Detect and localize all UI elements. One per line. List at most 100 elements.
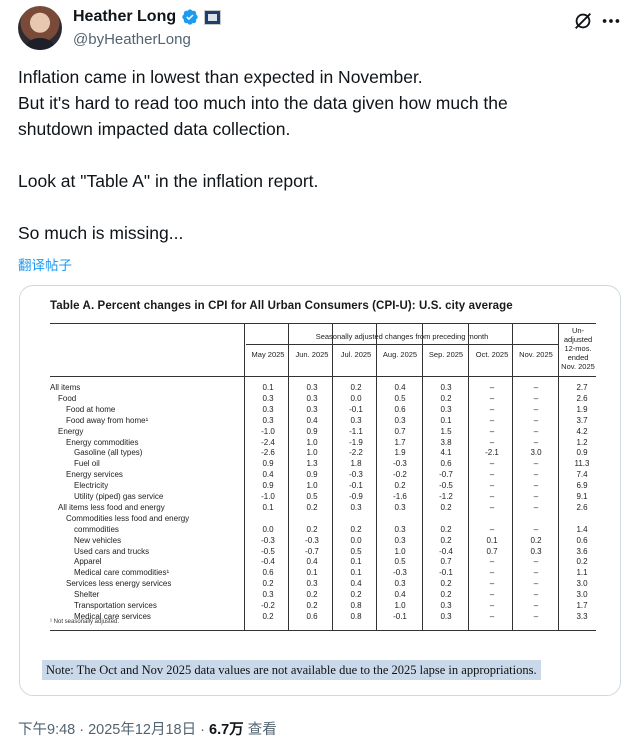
table-cell: –: [489, 492, 495, 501]
table-cell: -2.4: [261, 437, 275, 447]
table-cell: 1.3: [306, 459, 318, 469]
table-cell: -1.9: [349, 437, 363, 447]
table-cell: 0.3: [530, 546, 542, 556]
table-cell: –: [489, 502, 495, 512]
table-cell: 0.8: [350, 601, 362, 610]
table-cell: –: [533, 426, 539, 436]
table-cell: 0.7: [486, 546, 498, 556]
table-cell: -0.7: [305, 546, 319, 556]
tweet-line: So much is missing...: [18, 223, 184, 243]
affiliate-badge-icon[interactable]: [204, 9, 222, 25]
table-cell: 0.2: [394, 481, 406, 491]
table-cell: -0.1: [439, 568, 453, 578]
tweet-text: Inflation came in lowest than expected i…: [18, 64, 622, 246]
table-cell: 0.3: [440, 611, 452, 621]
tweet-line: Look at "Table A" in the inflation repor…: [18, 171, 319, 191]
table-cell: 1.2: [576, 437, 588, 447]
table-cell: -1.0: [261, 426, 275, 436]
table-cell: 0.8: [350, 611, 362, 621]
table-cell: 9.1: [576, 492, 588, 501]
table-cell: 0.2: [440, 524, 452, 534]
table-cell: -0.3: [349, 470, 363, 480]
column-header-line: 12-mos.: [564, 344, 592, 353]
table-cell: 3.0: [576, 579, 588, 589]
table-cell: –: [533, 481, 539, 491]
table-cell: 0.1: [350, 568, 362, 578]
table-cell: -0.7: [439, 470, 453, 480]
tweet-image[interactable]: Table A. Percent changes in CPI for All …: [19, 285, 621, 696]
table-row-label: All items: [50, 383, 81, 392]
table-cell: 3.8: [440, 437, 452, 447]
author-handle[interactable]: @byHeatherLong: [73, 31, 191, 48]
table-cell: 0.1: [262, 383, 274, 392]
table-cell: 0.2: [440, 579, 452, 589]
table-cell: 0.2: [350, 590, 362, 600]
table-cell: 0.5: [394, 557, 406, 567]
table-row-label: Transportation services: [74, 601, 157, 610]
table-cell: 1.8: [350, 459, 362, 469]
translate-post-link[interactable]: 翻译帖子: [18, 254, 72, 274]
table-cell: –: [533, 470, 539, 480]
table-cell: 1.1: [576, 568, 588, 578]
table-cell: 0.7: [394, 426, 406, 436]
table-cell: 0.3: [394, 535, 406, 545]
more-options-icon[interactable]: [600, 10, 622, 32]
table-cell: –: [489, 404, 495, 414]
table-cell: 0.5: [306, 492, 318, 501]
table-bottom-rule: [50, 630, 596, 631]
table-cell: 0.2: [440, 535, 452, 545]
table-cell: 0.1: [350, 557, 362, 567]
table-cell: 1.7: [394, 437, 406, 447]
table-cell: –: [489, 393, 495, 403]
table-cell: 0.4: [394, 590, 406, 600]
table-cell: -0.3: [393, 459, 407, 469]
table-column-divider: [512, 323, 513, 630]
author-name[interactable]: Heather Long: [73, 8, 176, 26]
table-cell: 0.9: [262, 481, 274, 491]
table-cell: –: [533, 579, 539, 589]
table-cell: -0.5: [439, 481, 453, 491]
table-cell: 0.0: [262, 524, 274, 534]
table-cell: 0.2: [306, 601, 318, 610]
table-column-divider: [558, 323, 559, 630]
table-cell: 3.3: [576, 611, 588, 621]
table-cell: –: [533, 383, 539, 392]
column-header: Sep. 2025: [428, 350, 464, 359]
table-row-label: Utility (piped) gas service: [74, 492, 164, 501]
table-row-label: Energy: [58, 426, 84, 436]
table-cell: 1.0: [306, 437, 318, 447]
table-cell: 0.6: [262, 568, 274, 578]
timestamp[interactable]: 下午9:48 · 2025年12月18日 ·: [18, 722, 209, 738]
table-cell: 2.6: [576, 393, 588, 403]
tweet-meta: 下午9:48 · 2025年12月18日 · 6.7万 查看: [18, 718, 277, 739]
view-count: 6.7万: [209, 722, 244, 738]
verified-badge-icon: [182, 9, 198, 25]
table-cell: –: [533, 568, 539, 578]
table-cell: 0.3: [262, 393, 274, 403]
table-cell: -0.2: [393, 470, 407, 480]
avatar[interactable]: [18, 6, 62, 50]
tweet-line: shutdown impacted data collection.: [18, 119, 291, 139]
table-note-highlight: Note: The Oct and Nov 2025 data values a…: [42, 660, 541, 680]
table-cell: 0.6: [394, 404, 406, 414]
table-column-divider: [422, 323, 423, 630]
table-row-label: All items less food and energy: [58, 502, 165, 512]
table-cell: 0.3: [262, 404, 274, 414]
tweet-line: Inflation came in lowest than expected i…: [18, 67, 423, 87]
table-footnote: ¹ Not seasonally adjusted.: [50, 619, 120, 625]
table-cell: –: [489, 611, 495, 621]
table-cell: 0.3: [394, 579, 406, 589]
table-cell: 0.3: [306, 579, 318, 589]
table-cell: –: [489, 459, 495, 469]
grok-icon[interactable]: [572, 10, 594, 32]
table-column-divider: [376, 323, 377, 630]
table-cell: –: [489, 568, 495, 578]
table-cell: 0.4: [306, 415, 318, 425]
table-cell: 0.3: [306, 383, 318, 392]
table-row-label: Energy services: [66, 470, 123, 480]
table-cell: 0.0: [350, 535, 362, 545]
table-cell: 1.9: [576, 404, 588, 414]
table-cell: 0.2: [440, 590, 452, 600]
table-cell: 2.6: [576, 502, 588, 512]
table-cell: –: [489, 415, 495, 425]
